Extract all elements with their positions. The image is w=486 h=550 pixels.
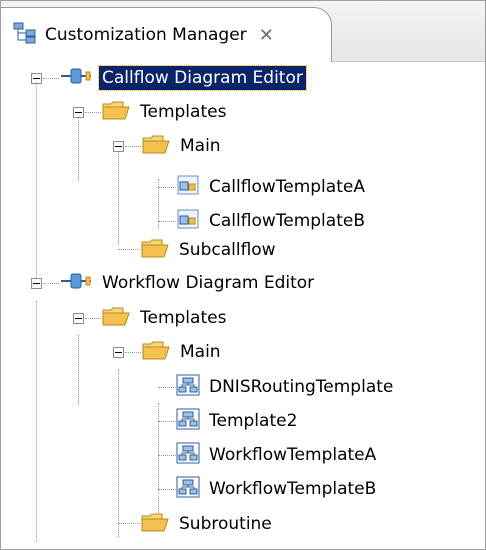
- tree-item-dnis-routing-template[interactable]: DNISRoutingTemplate: [176, 370, 396, 404]
- tree-line: [36, 301, 37, 541]
- tree-item-label: Main: [180, 136, 221, 156]
- workflow-file-icon: [176, 408, 200, 435]
- callflow-file-icon: [176, 174, 200, 201]
- tree-item-label: Template2: [209, 411, 298, 431]
- plugin-icon: [59, 66, 93, 91]
- tree-line: [118, 145, 119, 245]
- tree-item-label: WorkflowTemplateA: [209, 445, 377, 465]
- tree-item-label: Subcallflow: [179, 240, 276, 260]
- tree-item-label: CallflowTemplateA: [209, 177, 365, 197]
- callflow-file-icon: [176, 208, 200, 235]
- tree-line: [158, 455, 176, 456]
- view-tab-bar: Customization Manager ✕: [1, 1, 485, 62]
- tree-item-workflow-template-b[interactable]: WorkflowTemplateB: [176, 472, 379, 506]
- tree-item-callflow-main[interactable]: Main: [141, 129, 224, 163]
- tree-item-label: WorkflowTemplateB: [209, 479, 377, 499]
- workflow-file-icon: [176, 476, 200, 503]
- tree-item-subroutine[interactable]: Subroutine: [140, 507, 275, 541]
- tree-item-label: Main: [180, 342, 221, 362]
- tree-line: [125, 352, 141, 353]
- tree-line: [118, 249, 140, 250]
- tree-item-label: DNISRoutingTemplate: [209, 377, 394, 397]
- tree-item-workflow-templates[interactable]: Templates: [101, 301, 229, 335]
- folder-open-icon: [141, 133, 171, 160]
- tree-item-workflow-editor[interactable]: Workflow Diagram Editor: [59, 266, 317, 300]
- tree-item-label: Subroutine: [179, 514, 272, 534]
- customization-tree: Callflow Diagram Editor Templates Main C…: [1, 61, 485, 549]
- collapse-toggle-workflow-main[interactable]: [113, 347, 124, 358]
- tree-line: [78, 111, 79, 181]
- tree-item-label: Callflow Diagram Editor: [98, 65, 307, 91]
- tree-line: [118, 369, 119, 537]
- tree-item-label: Workflow Diagram Editor: [102, 273, 315, 293]
- tree-line: [125, 146, 141, 147]
- folder-open-icon: [140, 237, 170, 264]
- tree-line: [85, 112, 101, 113]
- tree-item-label: CallflowTemplateB: [209, 211, 365, 231]
- collapse-toggle-callflow-templates[interactable]: [73, 107, 84, 118]
- tab-customization-manager[interactable]: Customization Manager ✕: [1, 7, 332, 62]
- tree-view-icon: [13, 22, 37, 48]
- tree-item-label: Templates: [140, 308, 227, 328]
- tree-line: [43, 78, 59, 79]
- plugin-icon: [59, 271, 93, 296]
- collapse-toggle-callflow-main[interactable]: [113, 141, 124, 152]
- folder-open-icon: [140, 511, 170, 538]
- tree-line: [158, 421, 176, 422]
- tree-line: [158, 489, 176, 490]
- tree-item-callflow-template-a[interactable]: CallflowTemplateA: [176, 170, 368, 204]
- tree-item-callflow-editor[interactable]: Callflow Diagram Editor: [59, 61, 307, 95]
- folder-open-icon: [141, 339, 171, 366]
- tree-item-workflow-main[interactable]: Main: [141, 335, 224, 369]
- close-icon[interactable]: ✕: [259, 25, 274, 46]
- tree-line: [36, 77, 37, 287]
- folder-open-icon: [101, 305, 131, 332]
- workflow-file-icon: [176, 442, 200, 469]
- tree-line: [158, 221, 176, 222]
- tree-line: [158, 187, 176, 188]
- tree-item-label: Templates: [140, 102, 227, 122]
- collapse-toggle-callflow-editor[interactable]: [31, 73, 42, 84]
- tree-line: [43, 283, 59, 284]
- collapse-toggle-workflow-templates[interactable]: [73, 313, 84, 324]
- tree-line: [118, 523, 140, 524]
- tree-item-subcallflow[interactable]: Subcallflow: [140, 233, 279, 267]
- tree-item-callflow-templates[interactable]: Templates: [101, 95, 229, 129]
- view-title: Customization Manager: [45, 25, 247, 45]
- tree-item-workflow-template-a[interactable]: WorkflowTemplateA: [176, 438, 379, 472]
- collapse-toggle-workflow-editor[interactable]: [31, 278, 42, 289]
- folder-open-icon: [101, 99, 131, 126]
- customization-manager-view: Customization Manager ✕ Callflow Diagram…: [0, 0, 486, 550]
- workflow-file-icon: [176, 374, 200, 401]
- tree-line: [85, 318, 101, 319]
- tree-item-template2[interactable]: Template2: [176, 404, 300, 438]
- tree-line: [158, 387, 176, 388]
- tree-line: [78, 335, 79, 405]
